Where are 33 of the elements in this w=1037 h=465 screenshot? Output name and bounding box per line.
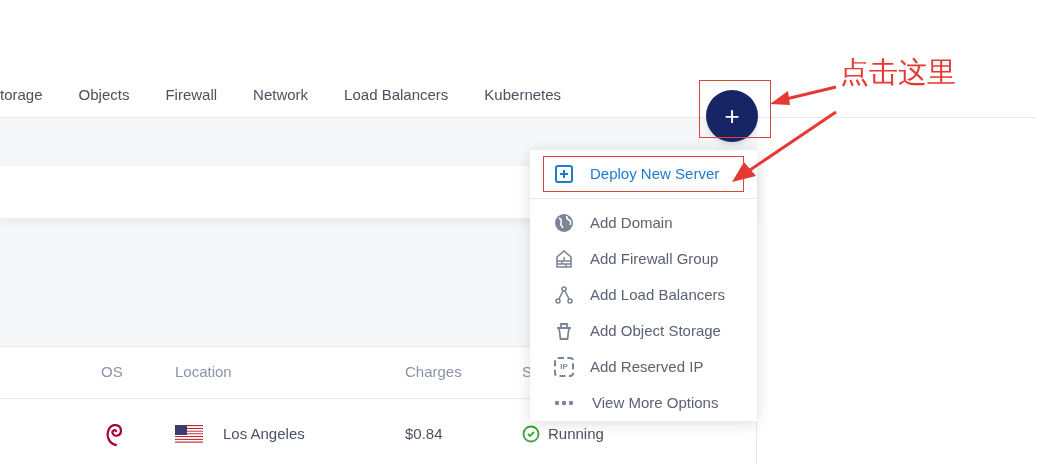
bucket-icon — [554, 321, 574, 341]
ip-icon: IP — [554, 357, 574, 377]
globe-icon — [554, 213, 574, 233]
flag-icon — [175, 424, 203, 444]
column-header: Charges — [405, 362, 463, 383]
column-header: OS — [100, 362, 124, 383]
nav-tab[interactable]: torage — [0, 84, 43, 107]
column-header: Location — [175, 362, 233, 383]
nav-tab[interactable]: Network — [253, 84, 309, 107]
menu-item[interactable]: Add Object Storage — [530, 313, 757, 349]
menu-item[interactable]: View More Options — [530, 385, 757, 421]
highlight-box — [699, 80, 771, 138]
nodes-icon — [554, 285, 574, 305]
nav-tab[interactable]: Kubernetes — [484, 84, 562, 107]
nav-tab[interactable]: Load Balancers — [344, 84, 449, 107]
table-cell-text: Los Angeles — [223, 423, 305, 444]
menu-item[interactable]: Add Firewall Group — [530, 241, 757, 277]
plus-square-icon — [554, 164, 574, 184]
table-cell-text: $0.84 — [405, 423, 444, 444]
annotation-arrow — [768, 84, 838, 108]
nav-tab[interactable]: Firewall — [165, 84, 218, 107]
check-circle-icon — [522, 425, 540, 443]
menu-item[interactable]: Add Domain — [530, 205, 757, 241]
table-cell-text: Running — [548, 423, 604, 444]
menu-item[interactable]: IP Add Reserved IP — [530, 349, 757, 385]
swirl-logo-icon — [104, 421, 124, 447]
ellipsis-icon — [554, 399, 574, 407]
add-button[interactable]: + — [706, 90, 758, 142]
building-icon — [554, 249, 574, 269]
menu-item[interactable]: Add Load Balancers — [530, 277, 757, 313]
annotation-text: 点击这里 — [840, 58, 956, 87]
menu-item[interactable]: Deploy New Server — [543, 156, 744, 192]
nav-tab[interactable]: Objects — [78, 84, 130, 107]
